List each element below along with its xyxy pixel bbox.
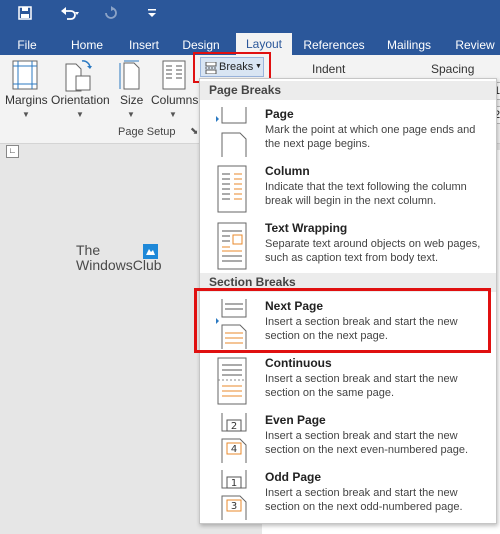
- tab-references[interactable]: References: [302, 36, 366, 55]
- break-option-even-page[interactable]: 24 Even Page Insert a section break and …: [200, 411, 496, 467]
- tab-mailings[interactable]: Mailings: [380, 36, 438, 55]
- break-option-odd-page[interactable]: 13 Odd Page Insert a section break and s…: [200, 468, 496, 524]
- break-option-continuous[interactable]: Continuous Insert a section break and st…: [200, 354, 496, 410]
- columns-icon[interactable]: [162, 60, 186, 93]
- orientation-button[interactable]: Orientation: [51, 93, 110, 107]
- break-option-description: Indicate that the text following the col…: [265, 181, 467, 207]
- break-option-text-wrapping[interactable]: Text Wrapping Separate text around objec…: [200, 219, 496, 275]
- redo-icon: [104, 6, 118, 23]
- break-option-title: Even Page: [265, 413, 326, 427]
- odd-page-break-icon: 13: [214, 470, 250, 523]
- customize-qat-icon[interactable]: [147, 6, 157, 22]
- margins-dropdown-icon[interactable]: ▼: [22, 110, 30, 119]
- tab-insert[interactable]: Insert: [122, 36, 166, 55]
- columns-dropdown-icon[interactable]: ▼: [169, 110, 177, 119]
- break-option-column[interactable]: Column Indicate that the text following …: [200, 162, 496, 218]
- logo-line-2: WindowsClub: [76, 257, 162, 273]
- size-icon[interactable]: [118, 60, 142, 93]
- break-option-description: Separate text around objects on web page…: [265, 238, 481, 264]
- dialog-launcher-icon[interactable]: ⬊: [190, 126, 198, 137]
- tab-home[interactable]: Home: [64, 36, 110, 55]
- text-wrapping-break-icon: [214, 221, 250, 274]
- svg-text:2: 2: [231, 421, 237, 432]
- svg-text:1: 1: [231, 478, 237, 489]
- next-page-highlight-box: [194, 288, 491, 353]
- tab-selector[interactable]: ∟: [6, 145, 19, 158]
- page-setup-group-label: Page Setup: [118, 126, 176, 138]
- orientation-icon[interactable]: [64, 58, 94, 95]
- break-option-title: Page: [265, 107, 294, 121]
- orientation-dropdown-icon[interactable]: ▼: [76, 110, 84, 119]
- continuous-break-icon: [214, 356, 250, 409]
- tab-review[interactable]: Review: [452, 36, 498, 55]
- break-option-description: Mark the point at which one page ends an…: [265, 124, 476, 150]
- svg-text:3: 3: [231, 501, 237, 512]
- break-option-description: Insert a section break and start the new…: [265, 373, 458, 399]
- break-option-title: Continuous: [265, 356, 332, 370]
- break-option-description: Insert a section break and start the new…: [265, 430, 469, 456]
- size-button[interactable]: Size: [120, 93, 143, 107]
- save-icon[interactable]: [18, 6, 32, 23]
- break-option-title: Odd Page: [265, 470, 322, 484]
- spacing-label: Spacing: [431, 62, 475, 76]
- indent-label: Indent: [312, 62, 346, 76]
- svg-text:4: 4: [231, 444, 237, 455]
- column-break-icon: [214, 164, 250, 217]
- break-option-title: Text Wrapping: [265, 221, 348, 235]
- columns-button[interactable]: Columns: [151, 93, 198, 107]
- even-page-break-icon: 24: [214, 413, 250, 466]
- break-option-page[interactable]: Page Mark the point at which one page en…: [200, 105, 496, 161]
- margins-icon[interactable]: [12, 60, 38, 93]
- margins-button[interactable]: Margins: [5, 93, 48, 107]
- undo-icon[interactable]: [60, 6, 80, 23]
- logo-mark-icon: [143, 244, 158, 259]
- page-breaks-header: Page Breaks: [200, 81, 496, 100]
- page-break-icon: [214, 107, 250, 160]
- tab-file[interactable]: File: [8, 36, 46, 55]
- break-option-description: Insert a section break and start the new…: [265, 487, 463, 513]
- size-dropdown-icon[interactable]: ▼: [127, 110, 135, 119]
- break-option-title: Column: [265, 164, 310, 178]
